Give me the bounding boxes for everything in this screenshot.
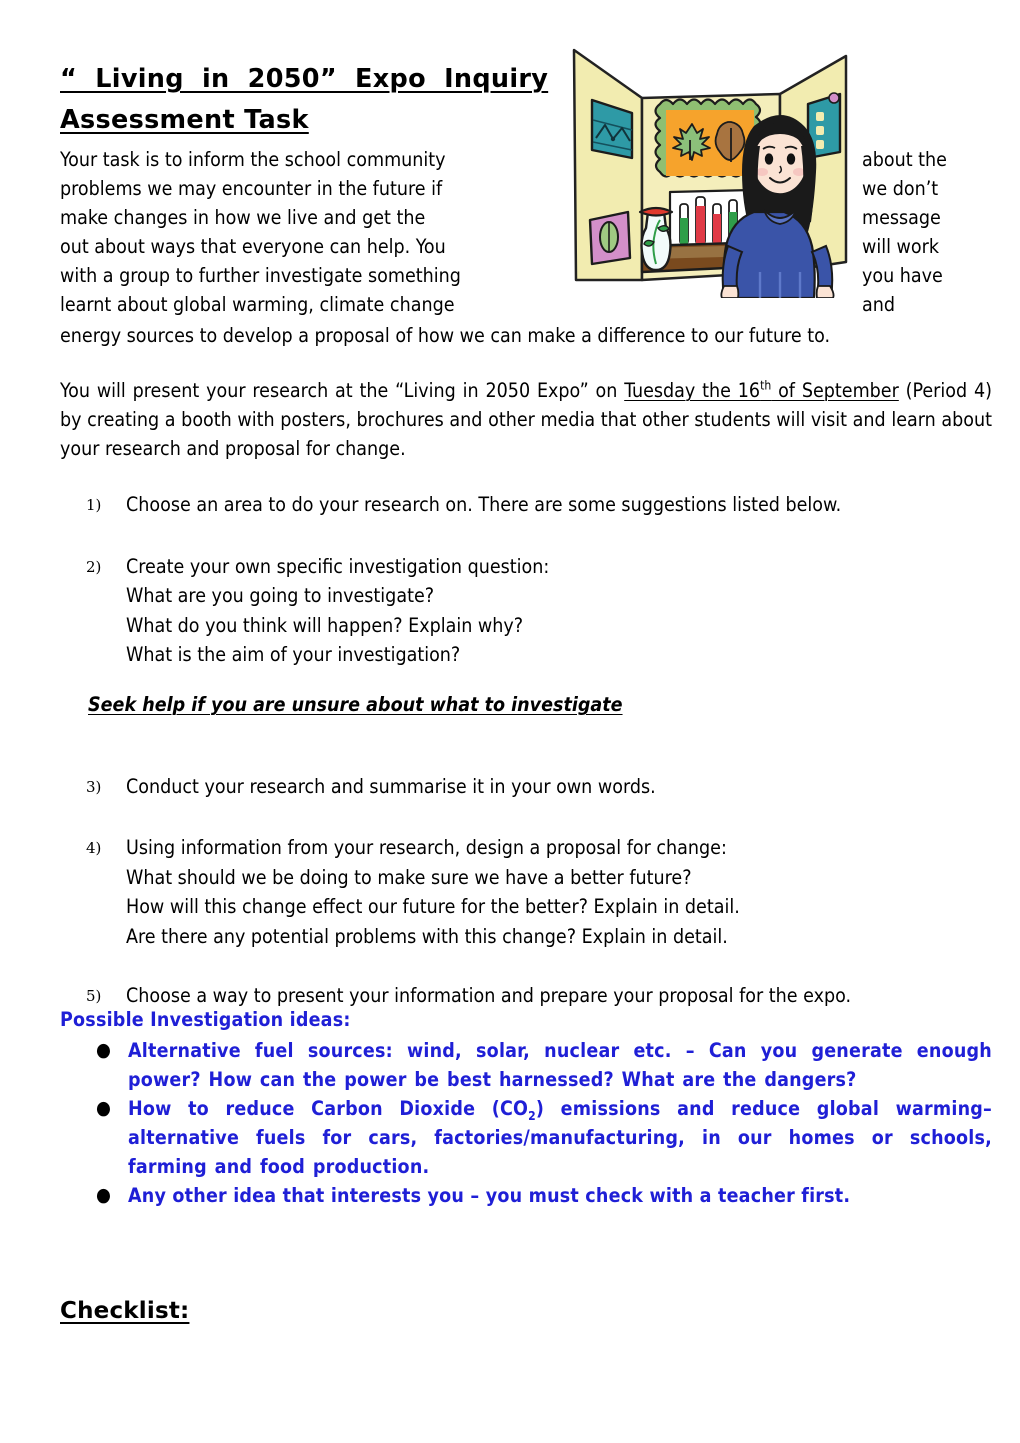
page-title: “ Living in 2050” Expo Inquiry Assessmen… — [60, 59, 560, 141]
step-line: Are there any potential problems with th… — [126, 924, 728, 948]
intro-right-line: will work — [862, 235, 939, 258]
step-number: 4) — [86, 839, 102, 857]
ideas-item-text: Alternative fuel sources: wind, solar, n… — [128, 1039, 992, 1091]
step-line: What are you going to investigate? — [126, 584, 435, 607]
intro-right-line: about the — [862, 148, 947, 171]
intro-left-line: learnt about global warming, climate cha… — [60, 293, 455, 316]
ideas-list-item: ● How to reduce Carbon Dioxide (CO2) emi… — [60, 1094, 992, 1181]
step-line: Choose a way to present your information… — [126, 984, 852, 1007]
expo-date-b: of September — [771, 379, 899, 402]
intro-left-line: Your task is to inform the school commun… — [60, 148, 446, 171]
seek-help-note: Seek help if you are unsure about what t… — [88, 693, 623, 716]
step-line: Choose an area to do your research on. T… — [126, 493, 842, 516]
bullet-icon: ● — [96, 1039, 112, 1061]
intro-left-line: with a group to further investigate some… — [60, 264, 461, 287]
intro-right-line: we don’t — [862, 177, 939, 200]
intro-left-line: problems we may encounter in the future … — [60, 177, 443, 200]
step-line: What should we be doing to make sure we … — [126, 865, 692, 889]
intro-paragraph: Your task is to inform the school commun… — [60, 145, 992, 350]
step-item: 4) Using information from your research,… — [60, 833, 992, 951]
ideas-item-text-a: How to reduce Carbon Dioxide (CO — [128, 1097, 529, 1120]
ideas-list-item: ● Any other idea that interests you – yo… — [60, 1181, 992, 1210]
intro-left-line: make changes in how we live and get the — [60, 206, 426, 229]
ideas-list-item: ● Alternative fuel sources: wind, solar,… — [60, 1036, 992, 1094]
step-number: 2) — [86, 557, 102, 576]
step-item: 2) Create your own specific investigatio… — [60, 552, 992, 670]
intro-right-column: about the we don’t message will work you… — [862, 145, 992, 319]
intro-right-line: and — [862, 293, 896, 316]
expo-date-superscript: th — [760, 378, 772, 393]
step-line: Conduct your research and summarise it i… — [126, 774, 656, 798]
ideas-list: ● Alternative fuel sources: wind, solar,… — [60, 1036, 992, 1210]
step-line: What do you think will happen? Explain w… — [126, 613, 524, 637]
bullet-icon: ● — [96, 1184, 112, 1206]
step-line: What is the aim of your investigation? — [126, 643, 461, 666]
expo-paragraph: You will present your research at the “L… — [60, 376, 992, 463]
steps-list: 1) Choose an area to do your research on… — [60, 490, 992, 1037]
expo-date-a: Tuesday the 16 — [624, 379, 761, 402]
intro-right-line: you have — [862, 264, 943, 287]
step-number: 3) — [86, 777, 102, 796]
step-line: How will this change effect our future f… — [126, 895, 740, 918]
page-title-line-1: “ Living in 2050” Expo Inquiry — [60, 64, 549, 95]
intro-left-line: out about ways that everyone can help. Y… — [60, 235, 446, 258]
step-number: 5) — [86, 987, 102, 1005]
step-item: 1) Choose an area to do your research on… — [60, 490, 992, 520]
intro-left-column: Your task is to inform the school commun… — [60, 145, 512, 319]
intro-last-line: energy sources to develop a proposal of … — [60, 324, 831, 347]
checklist-heading: Checklist: — [60, 1298, 190, 1324]
ideas-heading: Possible Investigation ideas: — [60, 1008, 351, 1031]
ideas-item-text: Any other idea that interests you – you … — [128, 1184, 851, 1207]
intro-right-line: message — [862, 206, 941, 229]
document-page: “ Living in 2050” Expo Inquiry Assessmen… — [0, 0, 1020, 1443]
expo-date-underlined: Tuesday the 16th of September — [624, 379, 899, 402]
step-line: Using information from your research, de… — [126, 836, 727, 859]
bullet-icon: ● — [96, 1097, 112, 1119]
co2-subscript: 2 — [528, 1108, 536, 1123]
page-title-line-2: Assessment Task — [60, 105, 309, 136]
step-line: Create your own specific investigation q… — [126, 554, 550, 578]
step-item: 3) Conduct your research and summarise i… — [60, 772, 992, 802]
step-number: 1) — [86, 496, 102, 514]
expo-text-part-1: You will present your research at the “L… — [60, 379, 625, 402]
step-item: 5) Choose a way to present your informat… — [60, 981, 992, 1011]
